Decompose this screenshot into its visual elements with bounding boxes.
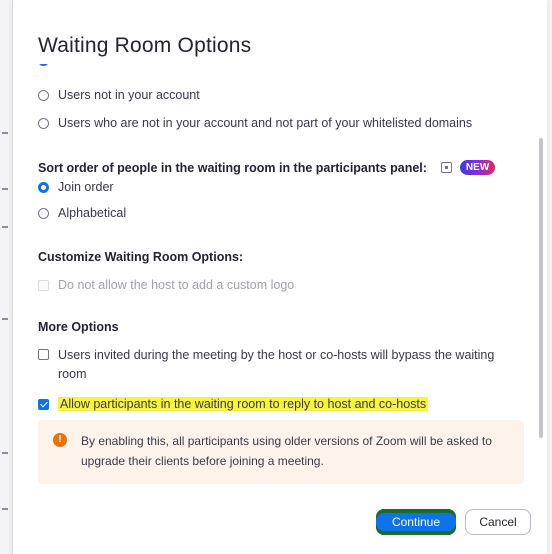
scrollbar[interactable]: [539, 64, 543, 496]
checkbox-option-allow-reply[interactable]: Allow participants in the waiting room t…: [38, 397, 429, 411]
background-mark: [2, 188, 8, 190]
upgrade-notice: ! By enabling this, all participants usi…: [38, 420, 524, 484]
checkbox-option-custom-logo: Do not allow the host to add a custom lo…: [38, 278, 294, 292]
checkbox[interactable]: [38, 349, 49, 360]
new-badge: NEW: [459, 160, 496, 175]
radio-button[interactable]: [38, 89, 49, 101]
warning-icon: !: [53, 433, 67, 447]
cancel-button[interactable]: Cancel: [465, 509, 531, 535]
background-mark: [2, 452, 8, 454]
dialog-title: Waiting Room Options: [38, 34, 252, 57]
radio-label: Users who are not in your account and no…: [58, 116, 473, 130]
radio-option-users-not-in-account[interactable]: Users not in your account: [38, 88, 200, 102]
radio-option-not-whitelisted[interactable]: Users who are not in your account and no…: [38, 116, 472, 130]
radio-label: Alphabetical: [58, 206, 127, 220]
radio-option-partial: [38, 64, 58, 66]
radio-button[interactable]: [38, 117, 49, 129]
dialog-scroll-area[interactable]: Users not in your account Users who are …: [13, 64, 547, 496]
radio-button-selected[interactable]: [38, 181, 49, 193]
radio-selected-partial: [38, 64, 49, 66]
checkbox-option-bypass-waiting-room[interactable]: Users invited during the meeting by the …: [38, 346, 518, 384]
checkbox-label: Do not allow the host to add a custom lo…: [58, 278, 295, 292]
sort-order-heading: Sort order of people in the waiting room…: [38, 160, 496, 175]
radio-option-join-order[interactable]: Join order: [38, 180, 114, 194]
continue-button[interactable]: Continue: [376, 509, 456, 535]
info-icon[interactable]: [440, 162, 452, 173]
background-mark: [2, 226, 8, 228]
upgrade-notice-text: By enabling this, all participants using…: [81, 434, 492, 468]
checkbox-disabled: [38, 279, 49, 291]
checkbox-label-highlighted: Allow participants in the waiting room t…: [58, 397, 429, 411]
radio-label: Join order: [58, 180, 114, 194]
radio-button[interactable]: [38, 207, 49, 219]
more-options-heading: More Options: [38, 320, 119, 334]
background-mark: [2, 132, 8, 134]
scrollbar-thumb[interactable]: [539, 138, 543, 438]
checkbox-checked[interactable]: [38, 398, 49, 410]
sort-order-heading-text: Sort order of people in the waiting room…: [38, 160, 427, 175]
checkbox-label: Users invited during the meeting by the …: [58, 348, 495, 381]
waiting-room-options-dialog: Waiting Room Options Users not in your a…: [12, 0, 547, 554]
radio-option-alphabetical[interactable]: Alphabetical: [38, 206, 126, 220]
radio-label: Users not in your account: [58, 88, 200, 102]
background-mark: [2, 508, 8, 510]
background-mark: [2, 318, 8, 320]
customize-heading: Customize Waiting Room Options:: [38, 250, 244, 264]
